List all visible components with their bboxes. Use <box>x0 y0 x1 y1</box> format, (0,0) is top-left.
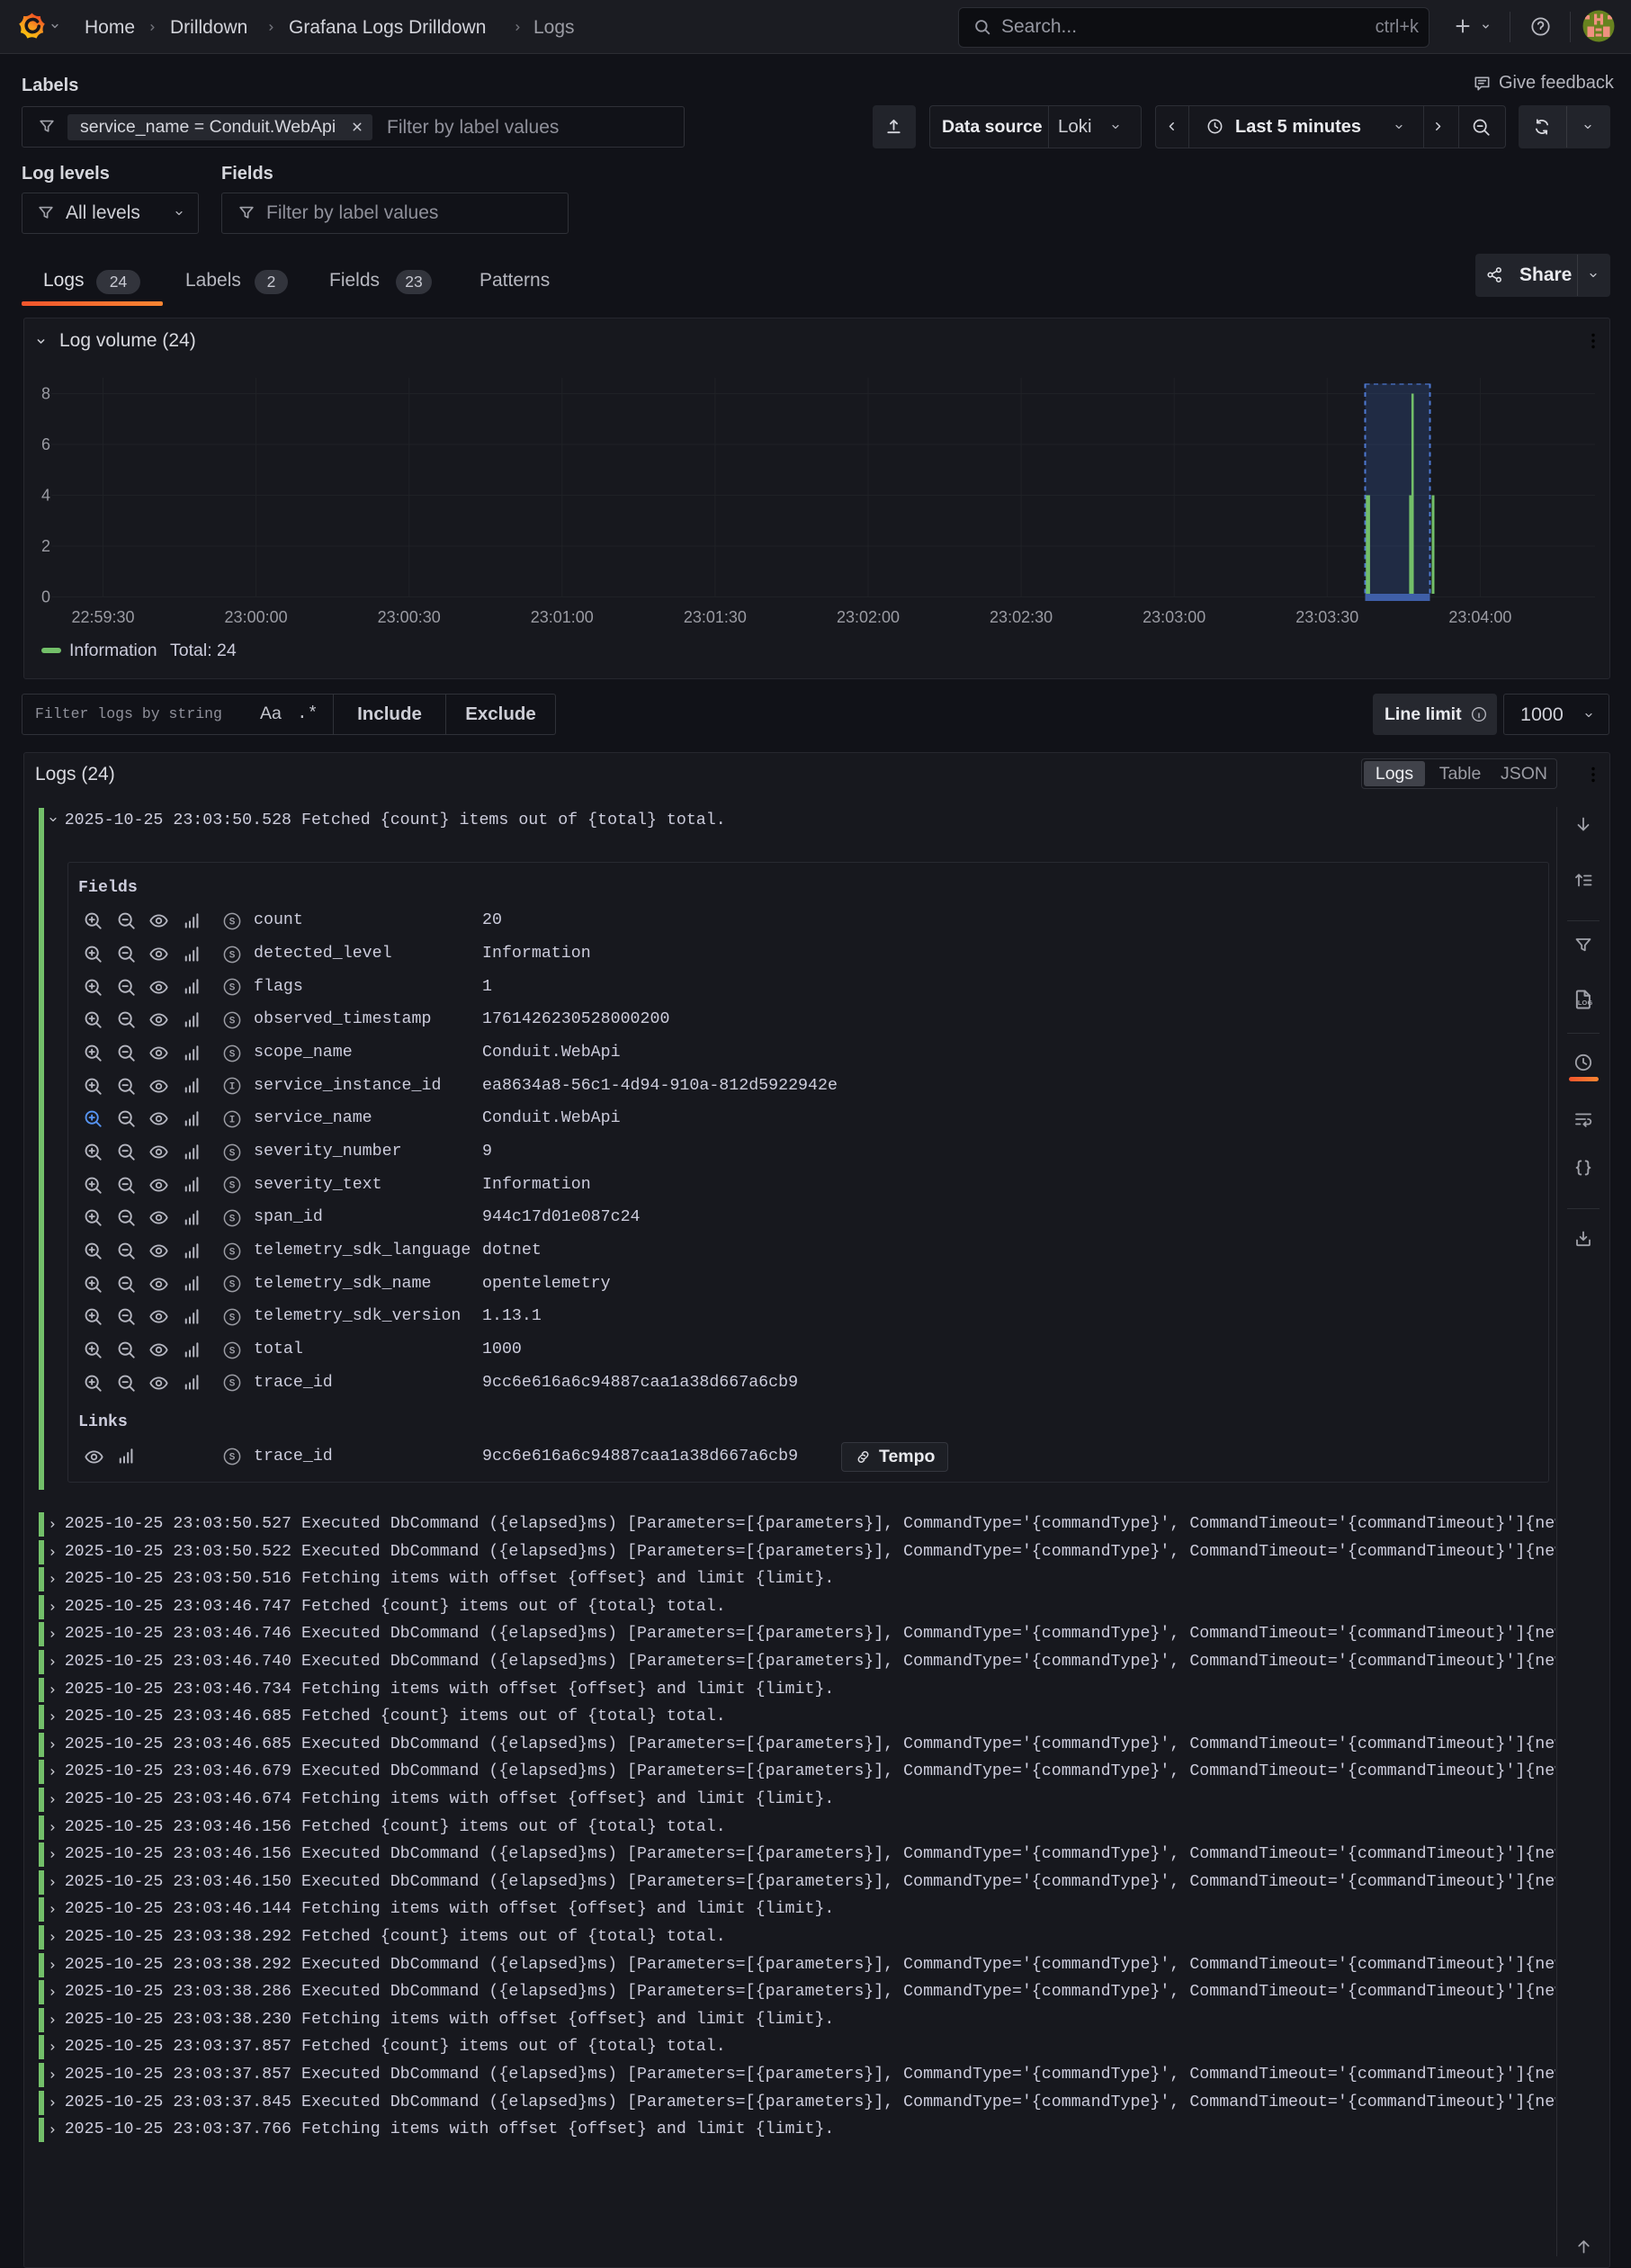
svg-text:S: S <box>229 950 236 961</box>
svg-text:S: S <box>229 1247 236 1258</box>
svg-text:22:59:30: 22:59:30 <box>71 608 134 626</box>
svg-text:23:02:30: 23:02:30 <box>990 608 1053 626</box>
svg-text:I: I <box>229 1082 236 1093</box>
svg-text:0: 0 <box>40 587 49 605</box>
svg-text:S: S <box>229 917 236 928</box>
svg-text:S: S <box>229 1181 236 1192</box>
svg-text:23:03:00: 23:03:00 <box>1143 608 1205 626</box>
svg-text:6: 6 <box>40 435 49 453</box>
svg-text:2: 2 <box>40 537 49 555</box>
svg-text:S: S <box>229 1148 236 1159</box>
svg-text:S: S <box>229 1313 236 1324</box>
svg-text:S: S <box>229 1215 236 1225</box>
svg-text:S: S <box>229 1280 236 1291</box>
svg-text:4: 4 <box>40 486 49 504</box>
svg-text:S: S <box>229 1453 236 1464</box>
svg-text:I: I <box>229 1116 236 1126</box>
svg-text:23:00:00: 23:00:00 <box>224 608 287 626</box>
svg-text:8: 8 <box>40 384 49 402</box>
svg-text:S: S <box>229 1346 236 1357</box>
svg-text:S: S <box>229 1049 236 1060</box>
svg-text:S: S <box>229 983 236 994</box>
svg-text:23:02:00: 23:02:00 <box>836 608 899 626</box>
svg-text:LOG: LOG <box>1578 999 1593 1007</box>
svg-text:S: S <box>229 1379 236 1390</box>
svg-text:23:01:00: 23:01:00 <box>530 608 593 626</box>
svg-text:23:03:30: 23:03:30 <box>1295 608 1358 626</box>
svg-text:S: S <box>229 1017 236 1027</box>
svg-text:23:00:30: 23:00:30 <box>377 608 440 626</box>
svg-text:23:04:00: 23:04:00 <box>1448 608 1511 626</box>
svg-text:23:01:30: 23:01:30 <box>683 608 746 626</box>
